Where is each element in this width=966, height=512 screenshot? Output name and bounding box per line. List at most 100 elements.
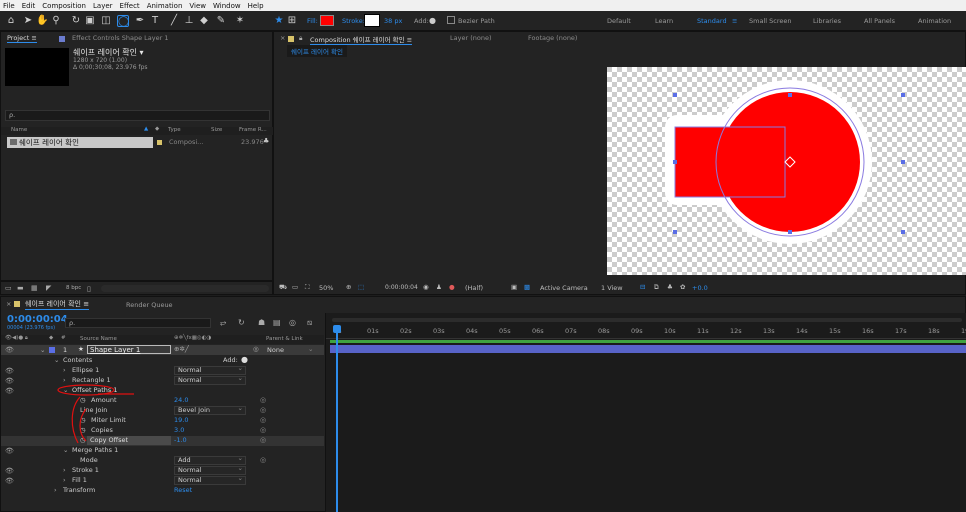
- snapshot-icon[interactable]: ◉: [423, 283, 429, 291]
- parent-dropdown-chevron-icon[interactable]: ⌄: [308, 345, 313, 353]
- col-parent[interactable]: Parent & Link: [266, 336, 303, 342]
- transform-reset[interactable]: Reset: [174, 486, 192, 494]
- menu-layer[interactable]: Layer: [93, 2, 113, 10]
- copy-offset-expression-icon[interactable]: ◎: [260, 436, 266, 444]
- layer-label-swatch[interactable]: [49, 347, 55, 353]
- ellipse-tool-icon[interactable]: ◯: [117, 15, 129, 27]
- clone-stamp-tool-icon[interactable]: ⊥: [183, 15, 195, 27]
- col-name[interactable]: Name: [11, 127, 27, 133]
- menu-file[interactable]: File: [3, 2, 15, 10]
- trash-icon[interactable]: ▯: [87, 285, 91, 293]
- ellipse-chevron-icon[interactable]: ›: [63, 366, 66, 374]
- workspace-standard[interactable]: Standard: [697, 17, 727, 25]
- graph-editor-icon[interactable]: ⧅: [307, 318, 312, 328]
- rectangle-blend-dropdown[interactable]: Normal: [174, 375, 246, 385]
- transparency-grid-icon[interactable]: ⬚: [358, 283, 364, 291]
- miter-limit-value[interactable]: 19.0: [174, 416, 188, 424]
- close-timeline-icon[interactable]: ×: [6, 300, 11, 308]
- amount-expression-icon[interactable]: ◎: [260, 396, 266, 404]
- transform-row[interactable]: › Transform Reset: [1, 486, 324, 496]
- pan-behind-tool-icon[interactable]: ◫: [100, 15, 112, 27]
- fill-color-swatch[interactable]: [320, 15, 334, 26]
- offset-eye-icon[interactable]: 👁︎: [5, 387, 14, 395]
- timeline-icon[interactable]: ⧉: [654, 283, 659, 292]
- stroke-label[interactable]: Stroke 1: [72, 466, 99, 474]
- selection-tool-icon[interactable]: ➤: [22, 15, 34, 27]
- merge-paths-row[interactable]: 👁︎ ⌄ Merge Paths 1: [1, 446, 324, 456]
- merge-mode-row[interactable]: Mode Add ◎: [1, 455, 324, 466]
- pickwhip-icon[interactable]: ◎: [253, 345, 259, 353]
- timeline-graph-area[interactable]: 0s01s02s03s04s05s06s07s08s09s10s11s12s13…: [325, 313, 966, 512]
- flowchart-icon[interactable]: ♣: [263, 137, 269, 145]
- fill-label[interactable]: Fill 1: [72, 476, 87, 484]
- amount-value[interactable]: 24.0: [174, 396, 188, 404]
- close-tab-icon[interactable]: ×: [280, 34, 285, 42]
- copies-row[interactable]: ◷ Copies 3.0 ◎: [1, 426, 324, 436]
- tab-footage[interactable]: Footage (none): [528, 34, 577, 42]
- grid-guides-icon[interactable]: ⊕: [346, 283, 351, 291]
- stroke-blend-dropdown[interactable]: Normal: [174, 465, 246, 475]
- add-menu-icon[interactable]: ●: [429, 16, 436, 25]
- layer-switches[interactable]: ⊕✲╱: [174, 345, 189, 353]
- channel-icon[interactable]: ●: [449, 283, 455, 291]
- visibility-eye-icon[interactable]: 👁︎: [5, 346, 14, 354]
- time-navigator[interactable]: [332, 318, 962, 322]
- zoom-level[interactable]: 50%: [319, 284, 333, 292]
- menu-window[interactable]: Window: [213, 2, 241, 10]
- tab-layer[interactable]: Layer (none): [450, 34, 491, 42]
- col-source-name[interactable]: Source Name: [80, 336, 117, 342]
- transform-chevron-icon[interactable]: ›: [54, 486, 57, 494]
- workspace-small-screen[interactable]: Small Screen: [749, 17, 791, 25]
- brush-tool-icon[interactable]: ╱: [168, 15, 180, 27]
- shy-layers-icon[interactable]: ☗: [258, 318, 265, 327]
- transform-label[interactable]: Transform: [63, 486, 95, 494]
- draft-3d-icon[interactable]: ↻: [238, 318, 245, 327]
- type-tool-icon[interactable]: T: [149, 15, 161, 27]
- tab-project[interactable]: Project ≡: [7, 34, 37, 43]
- workspace-default[interactable]: Default: [607, 17, 631, 25]
- camera-tool-icon[interactable]: ▣: [84, 15, 96, 27]
- parent-dropdown[interactable]: None: [267, 346, 284, 354]
- zoom-tool-icon[interactable]: ⚲: [50, 15, 62, 27]
- line-join-row[interactable]: Line Join Bevel Join ◎: [1, 405, 324, 416]
- copy-offset-row[interactable]: ◷ Copy Offset -1.0 ◎: [1, 436, 324, 446]
- toggle-transparency-icon[interactable]: ▩: [524, 283, 530, 291]
- project-settings-icon[interactable]: ◤: [46, 284, 51, 292]
- menu-edit[interactable]: Edit: [22, 2, 36, 10]
- copy-offset-value[interactable]: -1.0: [174, 436, 187, 444]
- home-icon[interactable]: ⌂: [5, 15, 17, 27]
- fill-eye-icon[interactable]: 👁︎: [5, 477, 14, 485]
- menu-effect[interactable]: Effect: [120, 2, 140, 10]
- new-composition-icon[interactable]: ▦: [31, 284, 38, 292]
- snapping-star-icon[interactable]: ★: [273, 15, 285, 27]
- mask-visibility-icon[interactable]: ▭: [292, 283, 298, 291]
- copies-expression-icon[interactable]: ◎: [260, 426, 266, 434]
- tab-timeline[interactable]: 쉐이프 레이어 확인 ≡: [25, 299, 90, 310]
- stroke-eye-icon[interactable]: 👁︎: [5, 467, 14, 475]
- motion-blur-icon[interactable]: ◎: [289, 318, 296, 327]
- menu-animation[interactable]: Animation: [147, 2, 183, 10]
- comp-canvas[interactable]: [607, 67, 966, 275]
- tab-composition[interactable]: Composition 쉐이프 레이어 확인 ≡: [310, 34, 413, 45]
- label-color-swatch[interactable]: [157, 140, 162, 145]
- rotate-tool-icon[interactable]: ↻: [70, 15, 82, 27]
- col-frame-rate[interactable]: Frame R...: [239, 127, 267, 133]
- fill-chevron-icon[interactable]: ›: [63, 476, 66, 484]
- playhead[interactable]: [336, 325, 338, 512]
- menu-composition[interactable]: Composition: [42, 2, 86, 10]
- timeline-search-input[interactable]: ρ.: [65, 318, 211, 328]
- region-of-interest-icon[interactable]: ⛶: [305, 283, 310, 292]
- layer-duration-bar[interactable]: [330, 345, 966, 353]
- lock-icon[interactable]: 🔒︎: [299, 34, 302, 43]
- stroke-width-value[interactable]: 38 px: [384, 17, 402, 25]
- timeline-timecode[interactable]: 0:00:00:04: [7, 314, 68, 325]
- puppet-tool-icon[interactable]: ✶: [234, 15, 246, 27]
- project-search-input[interactable]: ρ.: [5, 110, 270, 121]
- miter-expression-icon[interactable]: ◎: [260, 416, 266, 424]
- frame-blending-icon[interactable]: ▤: [273, 318, 281, 327]
- camera-dropdown[interactable]: Active Camera: [540, 284, 588, 292]
- fill-row[interactable]: 👁︎ › Fill 1 Normal: [1, 475, 324, 486]
- bezier-path-checkbox[interactable]: [447, 16, 455, 24]
- ellipse-eye-icon[interactable]: 👁︎: [5, 367, 14, 375]
- copies-value[interactable]: 3.0: [174, 426, 184, 434]
